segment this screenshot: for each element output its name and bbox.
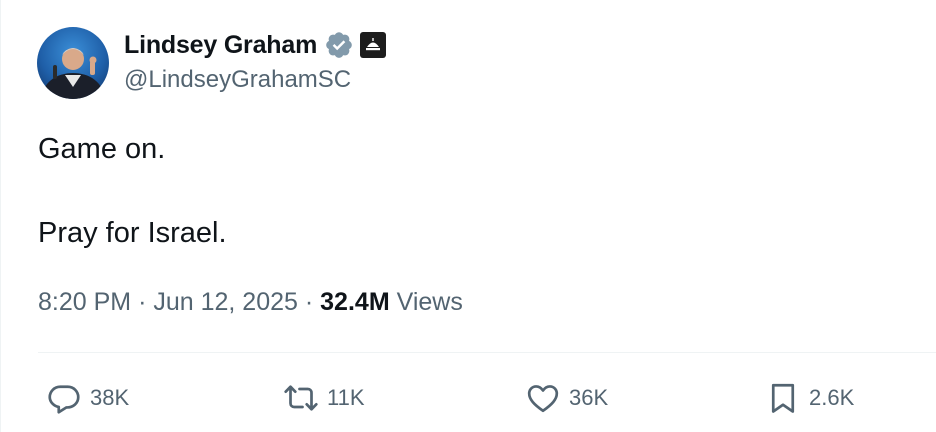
verified-badge-icon[interactable]	[324, 30, 354, 60]
views-count[interactable]: 32.4M	[320, 288, 389, 316]
heart-icon	[527, 385, 559, 413]
bookmark-count: 2.6K	[809, 385, 855, 410]
like-button[interactable]: 36K	[525, 378, 608, 418]
bookmark-icon	[771, 383, 795, 413]
repost-button[interactable]: 11K	[283, 378, 365, 418]
author-display-name[interactable]: Lindsey Graham	[124, 31, 317, 60]
tweet-card: Lindsey Graham @LindseyGrahamSC Game on.…	[0, 0, 936, 432]
divider	[38, 352, 936, 353]
tweet-text-line: Game on.	[38, 133, 166, 165]
avatar[interactable]	[37, 27, 109, 99]
tweet-date[interactable]: Jun 12, 2025	[153, 288, 298, 316]
reply-icon	[48, 385, 80, 414]
government-building-icon[interactable]	[360, 32, 387, 58]
avatar-photo	[43, 48, 103, 99]
meta-separator: ·	[138, 288, 147, 316]
tweet-time[interactable]: 8:20 PM	[38, 288, 131, 316]
meta-separator: ·	[304, 288, 314, 316]
reply-count: 38K	[90, 385, 130, 410]
tweet-metadata: 8:20 PM · Jun 12, 2025 · 32.4M Views	[38, 288, 463, 317]
reply-button[interactable]: 38K	[46, 378, 129, 418]
author-handle[interactable]: @LindseyGrahamSC	[124, 66, 351, 94]
author-name-row: Lindsey Graham	[124, 28, 387, 62]
views-label: Views	[396, 288, 463, 316]
tweet-text-line: Pray for Israel.	[38, 217, 227, 249]
repost-count: 11K	[327, 385, 365, 410]
repost-icon	[284, 385, 318, 411]
bookmark-button[interactable]: 2.6K	[765, 378, 854, 418]
like-count: 36K	[569, 385, 609, 410]
